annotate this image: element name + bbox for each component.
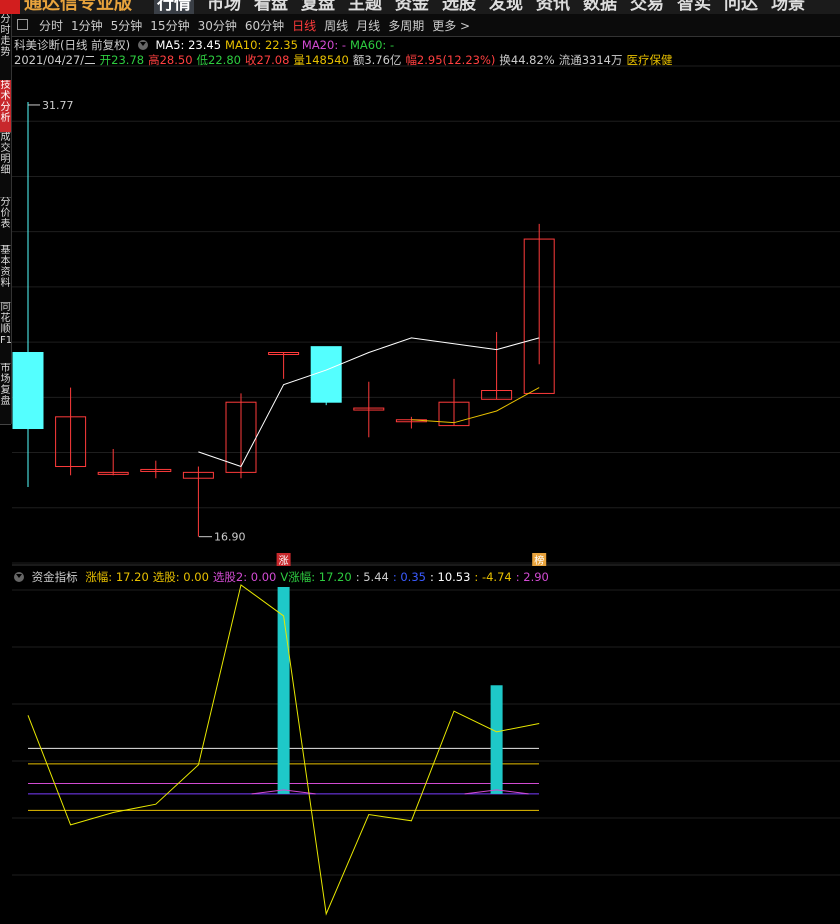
high-label: 31.77 <box>42 99 74 112</box>
chart-canvas[interactable]: 31.77 16.90 涨 榜 <box>0 0 840 924</box>
badge-1: 榜 <box>534 554 544 567</box>
candle-body <box>310 346 342 403</box>
badge-0: 涨 <box>279 555 289 567</box>
indicator-bar-1 <box>490 685 503 794</box>
candle-body <box>12 352 44 430</box>
low-label: 16.90 <box>214 531 246 544</box>
ma10-line <box>411 387 540 424</box>
